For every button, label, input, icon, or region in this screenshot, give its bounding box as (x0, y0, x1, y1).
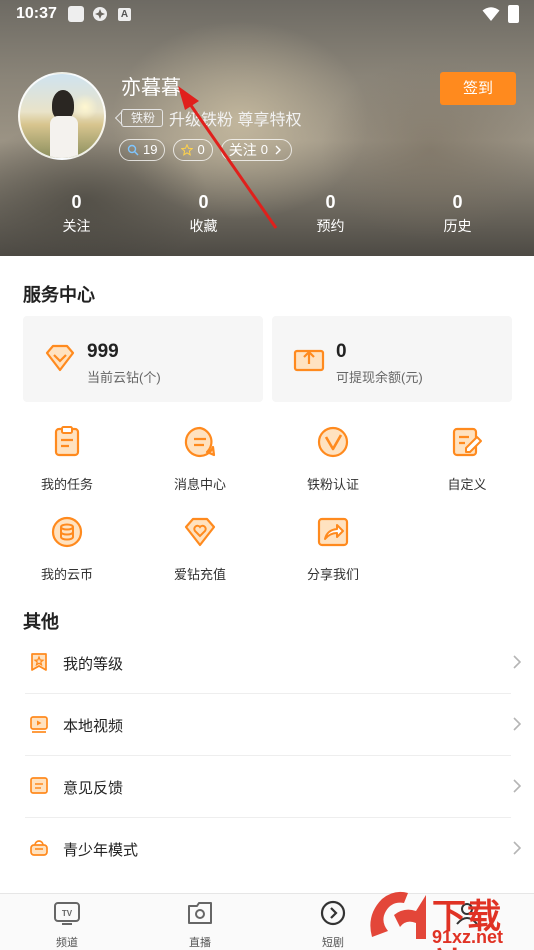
chevron-right-icon (275, 145, 281, 155)
nav-live[interactable]: 直播 (165, 900, 235, 950)
grid-label: 消息中心 (173, 477, 226, 492)
fan-upgrade-row[interactable]: 铁粉 升级铁粉 尊享特权 (121, 108, 302, 129)
grid-my-coins[interactable]: 我的云币 (17, 515, 117, 583)
search-count-chip[interactable]: 19 (119, 139, 166, 161)
diamond-balance-value: 999 (87, 341, 119, 362)
follow-chip[interactable]: 关注 0 (220, 139, 292, 161)
profile-header: 10:37 A 亦暮暮. 铁粉 升级铁粉 尊享特权 19 0 关注 0 签到 0… (0, 0, 534, 256)
grid-share-us[interactable]: 分享我们 (283, 515, 383, 583)
grid-customize[interactable]: 自定义 (417, 425, 517, 493)
svg-text:TV: TV (62, 909, 73, 918)
grid-label: 自定义 (447, 477, 487, 492)
follow-count: 0 (260, 142, 268, 157)
other-section-title: 其他 (23, 612, 59, 632)
heart-diamond-icon (184, 517, 216, 547)
follow-label: 关注 (228, 142, 257, 158)
grid-label: 我的任务 (40, 477, 93, 492)
status-time: 10:37 (16, 5, 57, 22)
star-icon (181, 144, 194, 156)
watermark-logo-icon (370, 891, 426, 939)
row-my-level[interactable]: 我的等级 (25, 632, 521, 694)
play-circle-icon (320, 900, 346, 926)
teen-mode-icon (30, 840, 48, 856)
stat-value: 0 (71, 192, 82, 212)
nav-channel[interactable]: TV 频道 (32, 900, 102, 950)
nav-label: 频道 (56, 937, 78, 949)
stat-label: 预约 (316, 218, 345, 234)
nav-label: 直播 (189, 937, 211, 949)
diamond-balance-label: 当前云钻(个) (87, 370, 161, 385)
stat-reservations[interactable]: 0 预约 (267, 192, 394, 236)
star-count: 0 (197, 142, 205, 157)
a-app-icon: A (118, 8, 131, 21)
chevron-right-icon (513, 655, 521, 669)
chevron-right-icon (513, 717, 521, 731)
coin-icon (51, 516, 83, 548)
grid-label: 我的云币 (40, 567, 93, 582)
avatar[interactable] (18, 72, 106, 160)
row-local-video[interactable]: 本地视频 (25, 694, 521, 756)
fan-upgrade-text: 升级铁粉 尊享特权 (169, 112, 302, 129)
fan-verify-icon (317, 426, 349, 458)
row-label: 青少年模式 (63, 842, 139, 859)
stat-label: 历史 (443, 218, 472, 234)
withdraw-balance-value: 0 (336, 341, 347, 362)
app-notification-icon (92, 6, 108, 22)
row-label: 意见反馈 (63, 780, 124, 797)
row-feedback[interactable]: 意见反馈 (25, 756, 521, 818)
status-bar: 10:37 A (0, 0, 534, 28)
star-count-chip[interactable]: 0 (173, 139, 213, 161)
search-person-icon (127, 144, 139, 156)
diamond-balance-card[interactable]: 999 当前云钻(个) (23, 316, 263, 402)
withdraw-balance-label: 可提现余额(元) (336, 370, 423, 385)
feedback-icon (30, 777, 48, 794)
service-center-title: 服务中心 (23, 285, 95, 305)
task-icon (54, 426, 80, 457)
grid-diamond-recharge[interactable]: 爱钻充值 (150, 515, 250, 583)
tv-icon: TV (54, 902, 80, 925)
stat-value: 0 (452, 192, 463, 212)
diamond-icon (45, 344, 75, 372)
live-icon (188, 902, 212, 924)
grid-fan-verify[interactable]: 铁粉认证 (283, 425, 383, 493)
fan-tag: 铁粉 (121, 109, 164, 127)
grid-message-center[interactable]: 消息中心 (150, 425, 250, 493)
chevron-right-icon (513, 841, 521, 855)
stat-favorites[interactable]: 0 收藏 (140, 192, 267, 236)
nav-label: 短剧 (322, 937, 344, 949)
row-teen-mode[interactable]: 青少年模式 (25, 818, 521, 880)
grid-label: 分享我们 (306, 567, 359, 582)
row-label: 本地视频 (63, 718, 124, 735)
stat-label: 收藏 (189, 218, 218, 234)
site-watermark: 下载站 91xz.net (364, 885, 534, 950)
checkin-button[interactable]: 签到 (440, 72, 516, 105)
nav-short-drama[interactable]: 短剧 (298, 900, 368, 950)
stat-value: 0 (198, 192, 209, 212)
grid-label: 爱钻充值 (173, 567, 226, 582)
stat-value: 0 (325, 192, 336, 212)
stat-label: 关注 (62, 218, 91, 234)
withdraw-icon (293, 349, 325, 372)
stats-row: 0 关注 0 收藏 0 预约 0 历史 (0, 192, 534, 236)
wifi-icon (482, 6, 500, 22)
share-icon (317, 517, 349, 547)
notification-square-icon (68, 6, 84, 22)
level-icon (31, 653, 47, 671)
grid-label: 铁粉认证 (306, 477, 359, 492)
withdraw-balance-card[interactable]: 0 可提现余额(元) (272, 316, 512, 402)
username[interactable]: 亦暮暮. (121, 71, 187, 100)
edit-icon (452, 427, 482, 457)
grid-my-tasks[interactable]: 我的任务 (17, 425, 117, 493)
chevron-right-icon (513, 779, 521, 793)
profile-chips: 19 0 关注 0 (119, 139, 292, 161)
search-count: 19 (143, 142, 158, 157)
stat-following[interactable]: 0 关注 (13, 192, 140, 236)
battery-icon (508, 5, 519, 23)
row-label: 我的等级 (63, 656, 124, 673)
stat-history[interactable]: 0 历史 (394, 192, 521, 236)
watermark-domain-text: 91xz.net (432, 927, 504, 947)
message-icon (184, 426, 216, 458)
local-video-icon (30, 716, 48, 733)
